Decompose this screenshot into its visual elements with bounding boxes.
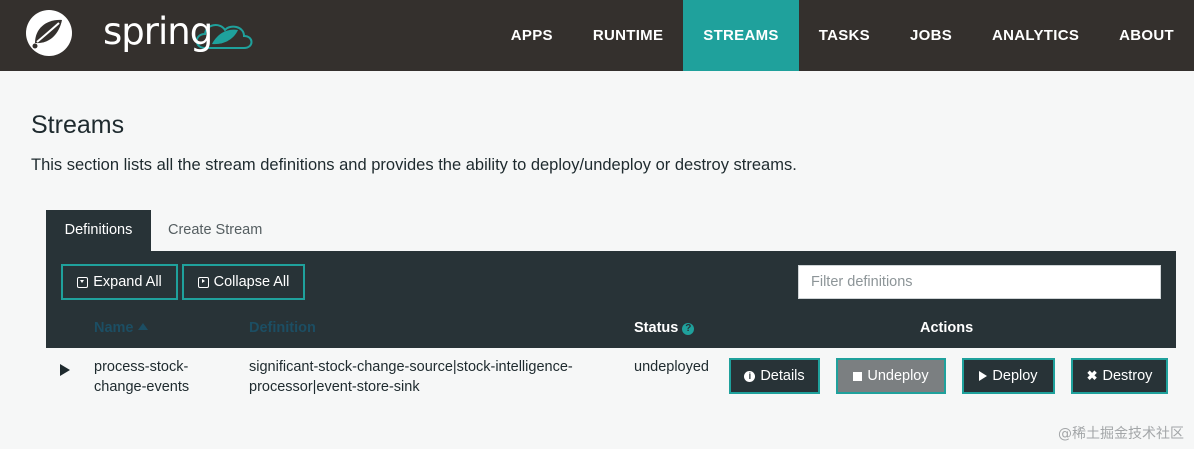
top-navbar: spring APPS RUNTIME STREAMS TASKS JOBS A… xyxy=(0,0,1194,71)
details-button[interactable]: i Details xyxy=(729,358,820,394)
spring-logo[interactable]: spring xyxy=(22,6,262,60)
collapse-all-button[interactable]: Collapse All xyxy=(182,264,305,300)
destroy-label: Destroy xyxy=(1102,368,1153,384)
column-header-actions: Actions xyxy=(920,320,974,336)
nav-streams[interactable]: STREAMS xyxy=(683,0,799,71)
column-header-name-label: Name xyxy=(94,320,134,336)
column-header-definition[interactable]: Definition xyxy=(249,320,316,336)
definitions-panel: Expand All Collapse All Name Definition … xyxy=(46,251,1176,348)
close-icon: ✖ xyxy=(1086,368,1098,383)
brand-name: spring xyxy=(103,10,213,53)
play-icon xyxy=(979,371,988,381)
undeploy-label: Undeploy xyxy=(867,368,929,384)
page-title: Streams xyxy=(31,111,125,139)
tab-create-stream[interactable]: Create Stream xyxy=(168,210,262,251)
nav-jobs[interactable]: JOBS xyxy=(890,0,972,71)
expand-square-icon xyxy=(77,276,89,288)
undeploy-button[interactable]: Undeploy xyxy=(836,358,946,394)
column-header-name[interactable]: Name xyxy=(94,320,148,336)
nav-analytics[interactable]: ANALYTICS xyxy=(972,0,1099,71)
destroy-button[interactable]: ✖ Destroy xyxy=(1071,358,1168,394)
filter-definitions-input[interactable] xyxy=(798,265,1161,299)
nav-tasks[interactable]: TASKS xyxy=(799,0,890,71)
deploy-button[interactable]: Deploy xyxy=(962,358,1055,394)
collapse-all-label: Collapse All xyxy=(213,274,290,290)
help-circle-icon[interactable]: ? xyxy=(682,323,695,335)
expand-all-button[interactable]: Expand All xyxy=(61,264,178,300)
nav-about[interactable]: ABOUT xyxy=(1099,0,1194,71)
stream-definition: significant-stock-change-source|stock-in… xyxy=(249,359,573,395)
deploy-label: Deploy xyxy=(992,368,1038,384)
stop-icon xyxy=(853,371,863,381)
column-header-status: Status? xyxy=(634,320,695,336)
stream-name: process-stock-change-events xyxy=(94,359,190,395)
sort-ascending-icon xyxy=(137,323,148,330)
page-description: This section lists all the stream defini… xyxy=(31,156,797,174)
nav-runtime[interactable]: RUNTIME xyxy=(573,0,683,71)
info-icon: i xyxy=(744,370,756,382)
expand-all-label: Expand All xyxy=(93,274,162,290)
nav-apps[interactable]: APPS xyxy=(491,0,573,71)
column-header-status-label: Status xyxy=(634,320,679,336)
details-label: Details xyxy=(760,368,805,384)
stream-status: undeployed xyxy=(634,359,709,375)
row-expand-icon[interactable] xyxy=(60,364,70,376)
watermark: @稀土掘金技术社区 xyxy=(1058,426,1184,442)
tab-definitions[interactable]: Definitions xyxy=(46,210,151,251)
collapse-square-icon xyxy=(197,276,209,288)
main-nav: APPS RUNTIME STREAMS TASKS JOBS ANALYTIC… xyxy=(491,0,1194,71)
